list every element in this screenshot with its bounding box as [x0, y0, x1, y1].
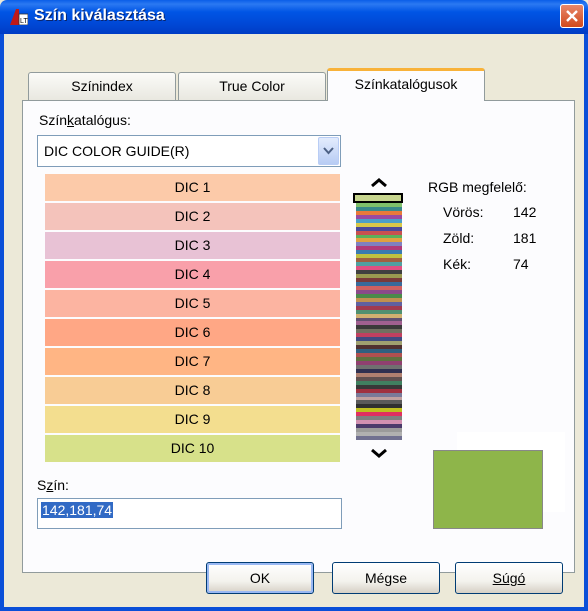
new-color-preview: [433, 450, 543, 529]
rgb-equivalent-title: RGB megfelelő:: [428, 179, 527, 195]
color-value-input[interactable]: 142,181,74: [37, 498, 342, 529]
color-swatch[interactable]: DIC 5: [45, 290, 340, 317]
title-bar: LT Szín kiválasztása: [0, 0, 588, 34]
color-page-bar[interactable]: [356, 195, 402, 440]
close-button[interactable]: [560, 4, 584, 28]
cancel-button[interactable]: Mégse: [332, 562, 440, 594]
color-book-value: DIC COLOR GUIDE(R): [44, 143, 190, 159]
color-book-select[interactable]: DIC COLOR GUIDE(R): [37, 135, 341, 167]
chevron-down-icon: [323, 147, 334, 155]
tab-color-books[interactable]: Színkatalógusok: [327, 68, 485, 101]
color-swatch[interactable]: DIC 7: [45, 348, 340, 375]
autocad-app-icon: LT: [10, 9, 28, 25]
red-label: Vörös:: [443, 204, 484, 220]
color-swatch[interactable]: DIC 10: [45, 435, 340, 462]
color-bar-stripe: [356, 436, 402, 440]
color-field-label: Szín:: [37, 477, 69, 493]
color-swatch[interactable]: DIC 3: [45, 232, 340, 259]
color-value-text: 142,181,74: [41, 502, 114, 518]
tab-true-color[interactable]: True Color: [178, 72, 326, 100]
color-swatch[interactable]: DIC 9: [45, 406, 340, 433]
green-value: 181: [513, 230, 537, 246]
chevron-down-icon: [371, 448, 387, 458]
color-swatch[interactable]: DIC 6: [45, 319, 340, 346]
window-frame-bottom: [0, 607, 588, 611]
red-value: 142: [513, 204, 537, 220]
help-button[interactable]: Súgó: [455, 562, 563, 594]
green-label: Zöld:: [443, 230, 475, 246]
color-swatch[interactable]: DIC 8: [45, 377, 340, 404]
ok-button[interactable]: OK: [206, 562, 314, 594]
dropdown-button[interactable]: [318, 137, 339, 165]
window-frame-right: [584, 34, 588, 611]
scroll-down-button[interactable]: [356, 441, 402, 465]
chevron-up-icon: [371, 178, 387, 188]
color-swatch[interactable]: DIC 1: [45, 174, 340, 201]
color-swatch[interactable]: DIC 2: [45, 203, 340, 230]
color-page-marker[interactable]: [353, 193, 403, 203]
window-frame-left: [0, 34, 4, 611]
tab-color-index[interactable]: Színindex: [28, 72, 176, 100]
color-book-label: Színkatalógus:: [39, 112, 131, 128]
window-title: Szín kiválasztása: [34, 7, 165, 24]
close-icon: [566, 10, 578, 22]
blue-label: Kék:: [443, 256, 472, 272]
blue-value: 74: [513, 256, 529, 272]
color-swatch[interactable]: DIC 4: [45, 261, 340, 288]
scroll-up-button[interactable]: [356, 171, 402, 195]
svg-text:LT: LT: [20, 18, 28, 25]
